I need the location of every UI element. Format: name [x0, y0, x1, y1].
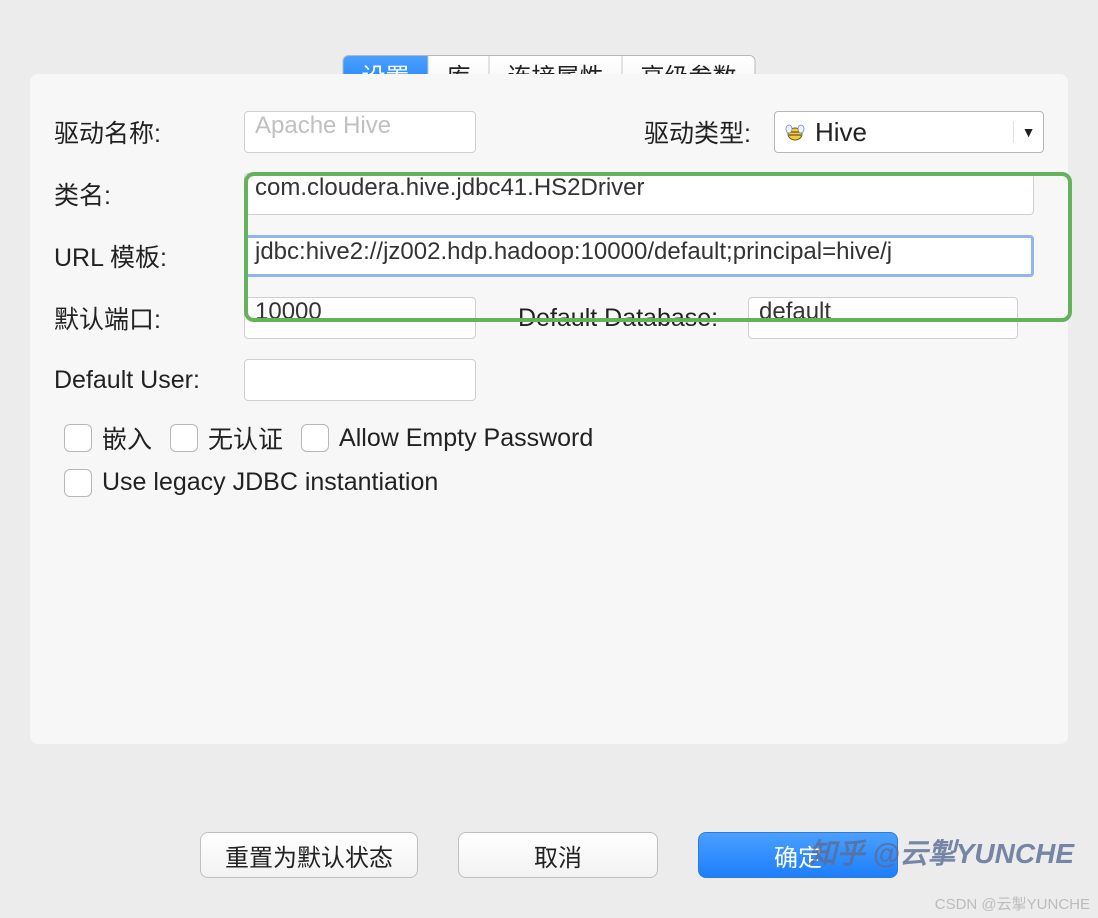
default-user-label: Default User:	[54, 366, 244, 395]
no-auth-text: 无认证	[208, 420, 283, 456]
default-database-input[interactable]: default	[748, 297, 1018, 339]
embedded-text: 嵌入	[102, 420, 152, 456]
class-name-label: 类名:	[54, 176, 244, 212]
allow-empty-password-checkbox[interactable]	[301, 424, 329, 452]
driver-name-label: 驱动名称:	[54, 114, 244, 150]
settings-panel: 驱动名称: Apache Hive 驱动类型: Hive ▼ 类名:	[30, 74, 1068, 744]
driver-type-label: 驱动类型:	[644, 114, 774, 150]
url-template-label: URL 模板:	[54, 238, 244, 274]
dropdown-arrow-icon: ▼	[1013, 121, 1035, 143]
watermark-footer: CSDN @云掣YUNCHE	[935, 893, 1090, 914]
default-port-label: 默认端口:	[54, 300, 244, 336]
default-database-label: Default Database:	[518, 304, 748, 333]
hive-icon	[783, 120, 807, 144]
cancel-button[interactable]: 取消	[458, 832, 658, 878]
use-legacy-jdbc-text: Use legacy JDBC instantiation	[102, 468, 438, 497]
driver-type-value: Hive	[815, 117, 1013, 148]
use-legacy-jdbc-checkbox-label[interactable]: Use legacy JDBC instantiation	[64, 468, 438, 497]
class-name-input[interactable]: com.cloudera.hive.jdbc41.HS2Driver	[244, 173, 1034, 215]
driver-type-select[interactable]: Hive ▼	[774, 111, 1044, 153]
no-auth-checkbox[interactable]	[170, 424, 198, 452]
embedded-checkbox[interactable]	[64, 424, 92, 452]
embedded-checkbox-label[interactable]: 嵌入	[64, 420, 152, 456]
default-user-input[interactable]	[244, 359, 476, 401]
no-auth-checkbox-label[interactable]: 无认证	[170, 420, 283, 456]
allow-empty-password-checkbox-label[interactable]: Allow Empty Password	[301, 424, 593, 453]
driver-name-input[interactable]: Apache Hive	[244, 111, 476, 153]
reset-default-button[interactable]: 重置为默认状态	[200, 832, 418, 878]
use-legacy-jdbc-checkbox[interactable]	[64, 469, 92, 497]
default-port-input[interactable]: 10000	[244, 297, 476, 339]
allow-empty-password-text: Allow Empty Password	[339, 424, 593, 453]
watermark-main: 知乎 @云掣YUNCHE	[809, 832, 1074, 872]
url-template-input[interactable]: jdbc:hive2://jz002.hdp.hadoop:10000/defa…	[244, 235, 1034, 277]
